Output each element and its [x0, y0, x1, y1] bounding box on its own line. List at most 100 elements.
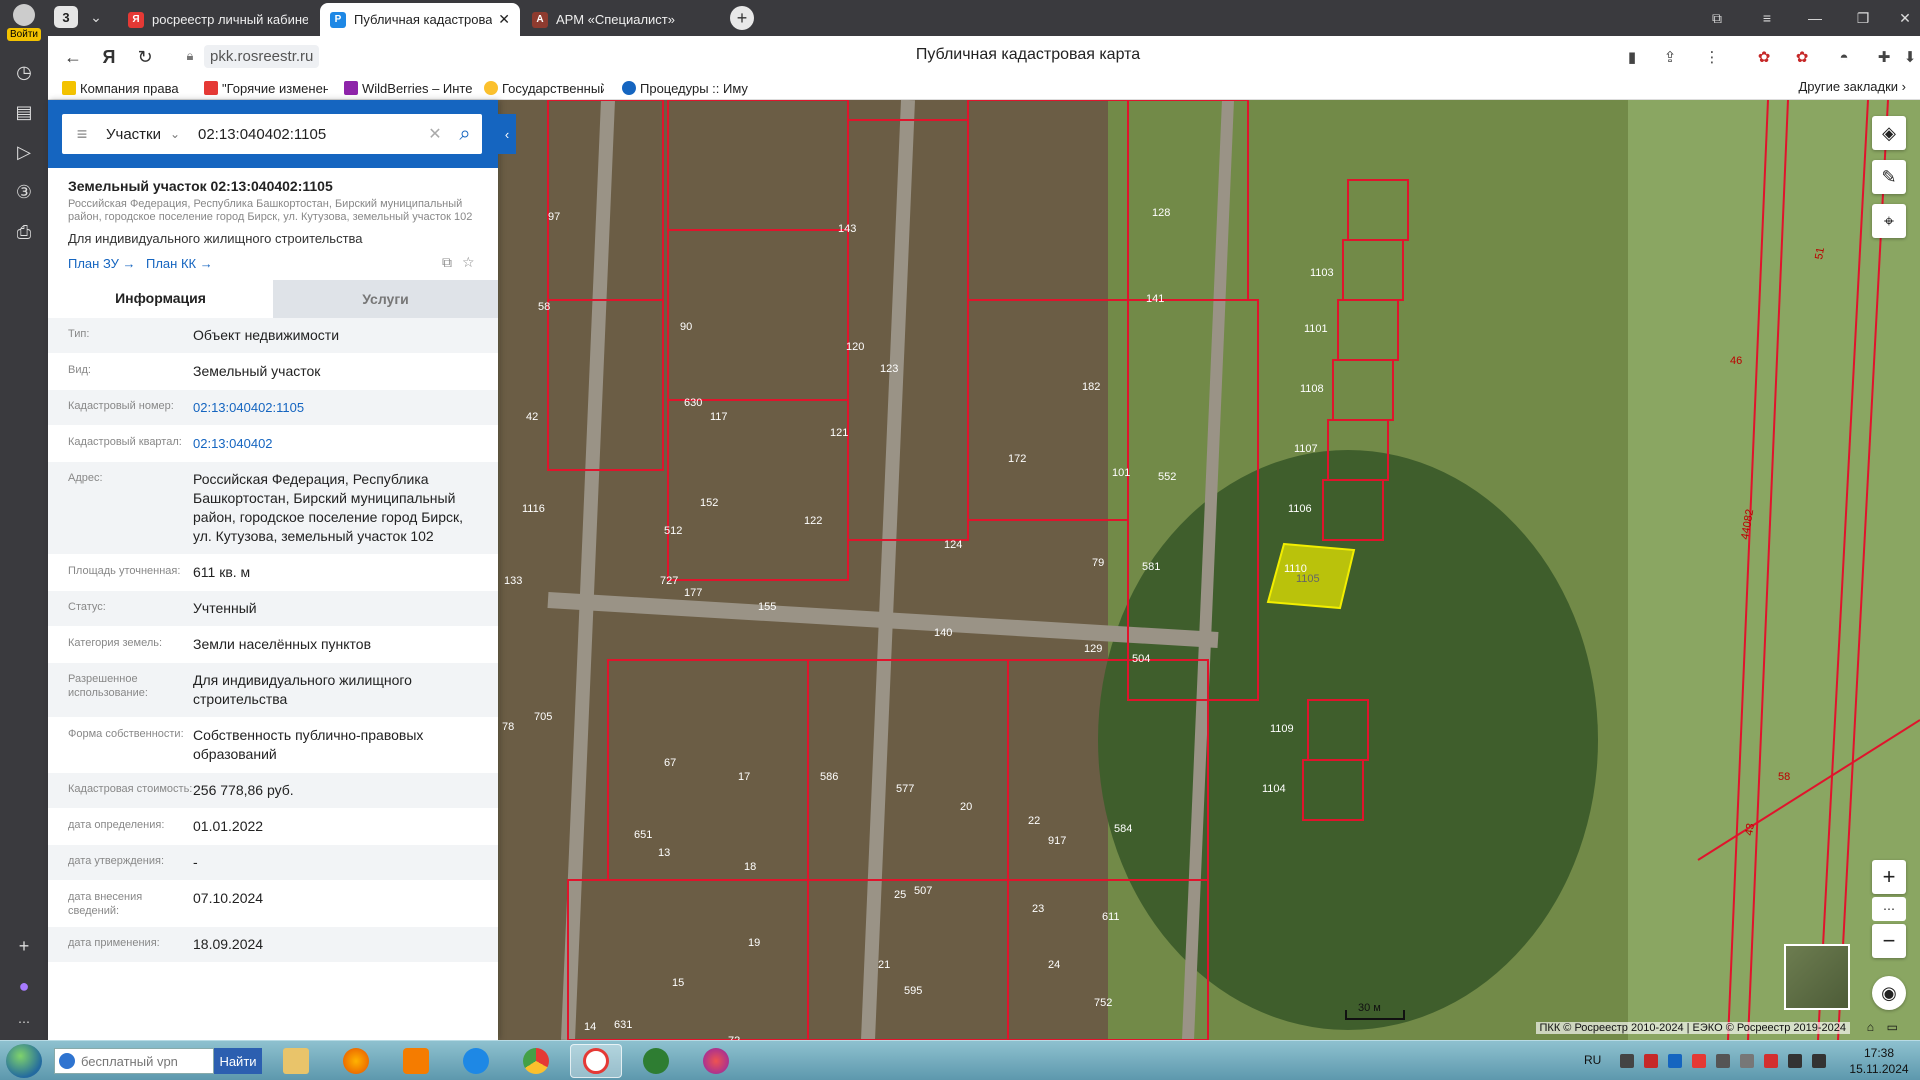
video-icon[interactable]: ▷	[8, 136, 40, 168]
bookmark-manager-icon[interactable]: ⧉	[1702, 6, 1732, 30]
bookmark-company[interactable]: Компания права	[62, 79, 186, 97]
taskbar-search-input[interactable]: бесплатный vpn	[54, 1048, 214, 1074]
bookmark-wildberries[interactable]: WildBerries – Инте	[344, 79, 474, 97]
chevron-down-icon[interactable]: ⌄	[84, 6, 108, 28]
tray-yandex-icon[interactable]	[1764, 1054, 1778, 1068]
other-bookmarks[interactable]: Другие закладки ›	[1798, 79, 1906, 94]
info-key: Тип:	[68, 328, 90, 340]
zoom-to-object-icon[interactable]: ⧉	[442, 254, 452, 270]
new-tab-button[interactable]: +	[730, 6, 754, 30]
firefox-app[interactable]	[330, 1044, 382, 1078]
desktop-icon[interactable]: ▭	[1887, 1020, 1898, 1034]
clock[interactable]: 17:38 15.11.2024	[1844, 1045, 1914, 1077]
chrome-app[interactable]	[510, 1044, 562, 1078]
home-icon[interactable]: ⌂	[1867, 1020, 1874, 1034]
yandex-browser-app[interactable]	[570, 1044, 622, 1078]
chevron-down-icon[interactable]: ⌄	[170, 127, 192, 141]
share-icon[interactable]: ⇪	[1658, 45, 1682, 69]
url-field[interactable]: 🔒︎ pkk.rosreestr.ru	[182, 42, 320, 70]
minimap[interactable]	[1784, 944, 1850, 1010]
speaker-icon[interactable]	[1812, 1054, 1826, 1068]
taskbar: бесплатный vpn Найти RU 17:38 15.11.2024	[0, 1040, 1920, 1080]
bookmark-icon[interactable]: ▮	[1620, 45, 1644, 69]
more-icon[interactable]: ⋯	[8, 1006, 40, 1038]
tab-rosreestr-cabinet[interactable]: Я росреестр личный кабинет	[118, 3, 318, 36]
more-menu-icon[interactable]: ⋮	[1700, 45, 1724, 69]
clear-icon[interactable]: ✕	[422, 124, 448, 144]
tray-signal-icon[interactable]	[1788, 1054, 1802, 1068]
hamburger-icon[interactable]: ≡	[62, 114, 102, 154]
locate-icon[interactable]: ⌖	[1872, 204, 1906, 238]
extensions-icon[interactable]: ✚	[1872, 45, 1896, 69]
language-indicator[interactable]: RU	[1584, 1053, 1601, 1067]
tab-counter[interactable]: 3	[54, 6, 78, 28]
tab-services[interactable]: Услуги	[273, 280, 498, 318]
tab-arm-specialist[interactable]: А АРМ «Специалист»	[522, 3, 722, 36]
history-icon[interactable]: ◷	[8, 56, 40, 88]
start-button[interactable]	[6, 1044, 42, 1078]
browser2-icon	[703, 1048, 729, 1074]
bookmark-procedures[interactable]: Процедуры :: Иму	[622, 79, 752, 97]
info-row: дата утверждения: -	[48, 845, 498, 881]
bookmark-hot-changes[interactable]: "Горячие изменен	[204, 79, 328, 97]
alice-icon[interactable]: ●	[8, 970, 40, 1002]
ie-app[interactable]	[450, 1044, 502, 1078]
green-app[interactable]	[630, 1044, 682, 1078]
cadastral-quarter-link[interactable]: 02:13:040402	[193, 434, 478, 453]
login-button[interactable]: Войти	[4, 2, 44, 48]
zoom-more-icon[interactable]: ⋯	[1872, 897, 1906, 921]
tab-public-cadastral-map[interactable]: Р Публичная кадастровая карта ✕	[320, 3, 520, 36]
tray-network-icon[interactable]	[1668, 1054, 1682, 1068]
collapse-panel-button[interactable]: ‹	[498, 114, 516, 154]
plan-kk-link[interactable]: План КК →	[146, 256, 213, 271]
media-player-app[interactable]	[390, 1044, 442, 1078]
add-panel-icon[interactable]: +	[8, 930, 40, 962]
browser2-app[interactable]	[690, 1044, 742, 1078]
zoom-in-button[interactable]: +	[1872, 860, 1906, 894]
explorer-app[interactable]	[270, 1044, 322, 1078]
parcel-label: 15	[672, 977, 684, 989]
extension-ladybug-icon[interactable]: ✿	[1752, 45, 1776, 69]
search-input[interactable]: 02:13:040402:1105	[198, 126, 422, 143]
info-value: Российская Федерация, Республика Башкорт…	[193, 471, 464, 544]
info-key: Статус:	[68, 601, 106, 613]
yandex-logo-icon[interactable]: Я	[96, 44, 122, 70]
taskbar-search-button[interactable]: Найти	[214, 1048, 262, 1074]
tray-flag-icon[interactable]	[1716, 1054, 1730, 1068]
tray-monitor-icon[interactable]	[1740, 1054, 1754, 1068]
minimize-icon[interactable]: —	[1800, 6, 1830, 30]
search-icon[interactable]: ⌕	[448, 123, 482, 146]
extension-hat-icon[interactable]: ◓	[1832, 45, 1856, 69]
back-icon[interactable]: ←	[60, 44, 86, 70]
parcel-label: 552	[1158, 471, 1176, 483]
tray-help-icon[interactable]	[1620, 1054, 1634, 1068]
window-close-icon[interactable]: ✕	[1890, 6, 1920, 30]
compass-icon[interactable]: ◉	[1872, 976, 1906, 1010]
info-key: дата применения:	[68, 937, 160, 949]
tray-app-icon[interactable]	[1644, 1054, 1658, 1068]
screenshot-icon[interactable]: ⎙	[8, 216, 40, 248]
reload-icon[interactable]: ↻	[132, 44, 158, 70]
layers-icon[interactable]: ◈	[1872, 116, 1906, 150]
bookmark-gov[interactable]: Государственный	[484, 79, 604, 97]
ruler-icon[interactable]: ✎	[1872, 160, 1906, 194]
download-icon[interactable]: ⬇	[1898, 45, 1920, 69]
close-icon[interactable]: ✕	[498, 11, 510, 28]
menu-icon[interactable]: ≡	[1752, 6, 1782, 30]
parcel-label: 79	[1092, 557, 1104, 569]
folder-icon	[62, 81, 76, 95]
plan-zu-link[interactable]: План ЗУ →	[68, 256, 136, 271]
search-type-select[interactable]: Участки	[106, 126, 170, 143]
tray-antivirus-icon[interactable]	[1692, 1054, 1706, 1068]
zoom-out-button[interactable]: −	[1872, 924, 1906, 958]
star-icon[interactable]: ☆	[462, 254, 475, 270]
restore-icon[interactable]: ❐	[1848, 6, 1878, 30]
extension-ladybug2-icon[interactable]: ✿	[1790, 45, 1814, 69]
parcel-label: 512	[664, 525, 682, 537]
parcel-label: 78	[502, 721, 514, 733]
tabs-count-icon[interactable]: ③	[8, 176, 40, 208]
media-player-icon	[403, 1048, 429, 1074]
tab-info[interactable]: Информация	[48, 280, 273, 318]
collections-icon[interactable]: ▤	[8, 96, 40, 128]
cadastral-number-link[interactable]: 02:13:040402:1105	[193, 398, 478, 417]
